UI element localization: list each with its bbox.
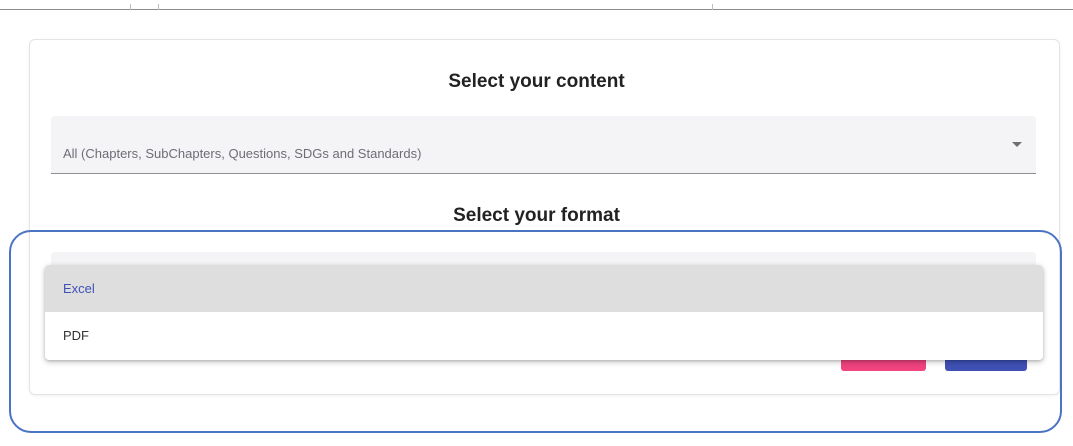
- content-select[interactable]: All (Chapters, SubChapters, Questions, S…: [51, 116, 1036, 174]
- format-option-excel[interactable]: Excel: [45, 265, 1043, 312]
- tab-divider: [158, 4, 159, 10]
- format-option-pdf[interactable]: PDF: [45, 312, 1043, 359]
- content-select-value: All (Chapters, SubChapters, Questions, S…: [63, 146, 422, 161]
- chevron-down-icon: [1012, 142, 1022, 147]
- top-divider: [0, 9, 1073, 10]
- content-heading: Select your content: [448, 71, 625, 92]
- format-dropdown-menu: Excel PDF: [45, 265, 1043, 360]
- tab-divider: [130, 4, 131, 10]
- format-heading: Select your format: [453, 205, 620, 226]
- tab-divider: [712, 4, 713, 10]
